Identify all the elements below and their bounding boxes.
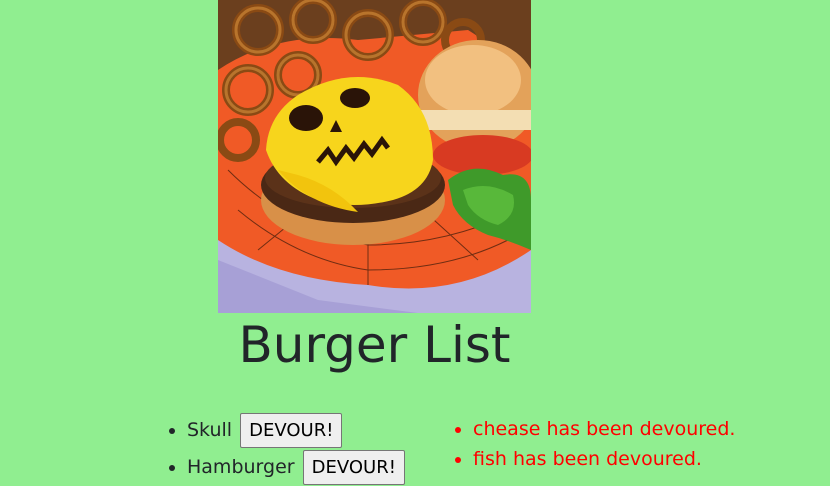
page-title: Burger List	[238, 316, 511, 374]
skull-burger-image	[218, 0, 531, 313]
burger-list: Skull DEVOUR! Hamburger DEVOUR!	[164, 412, 405, 486]
devour-button[interactable]: DEVOUR!	[302, 450, 405, 485]
burger-name: Hamburger	[187, 456, 295, 478]
devoured-item: chease has been devoured.	[473, 414, 735, 444]
list-item: Hamburger DEVOUR!	[187, 449, 405, 486]
devour-button[interactable]: DEVOUR!	[240, 413, 343, 448]
burger-name: Skull	[187, 419, 233, 441]
list-item: Skull DEVOUR!	[187, 412, 405, 449]
devoured-list: chease has been devoured. fish has been …	[450, 414, 735, 474]
